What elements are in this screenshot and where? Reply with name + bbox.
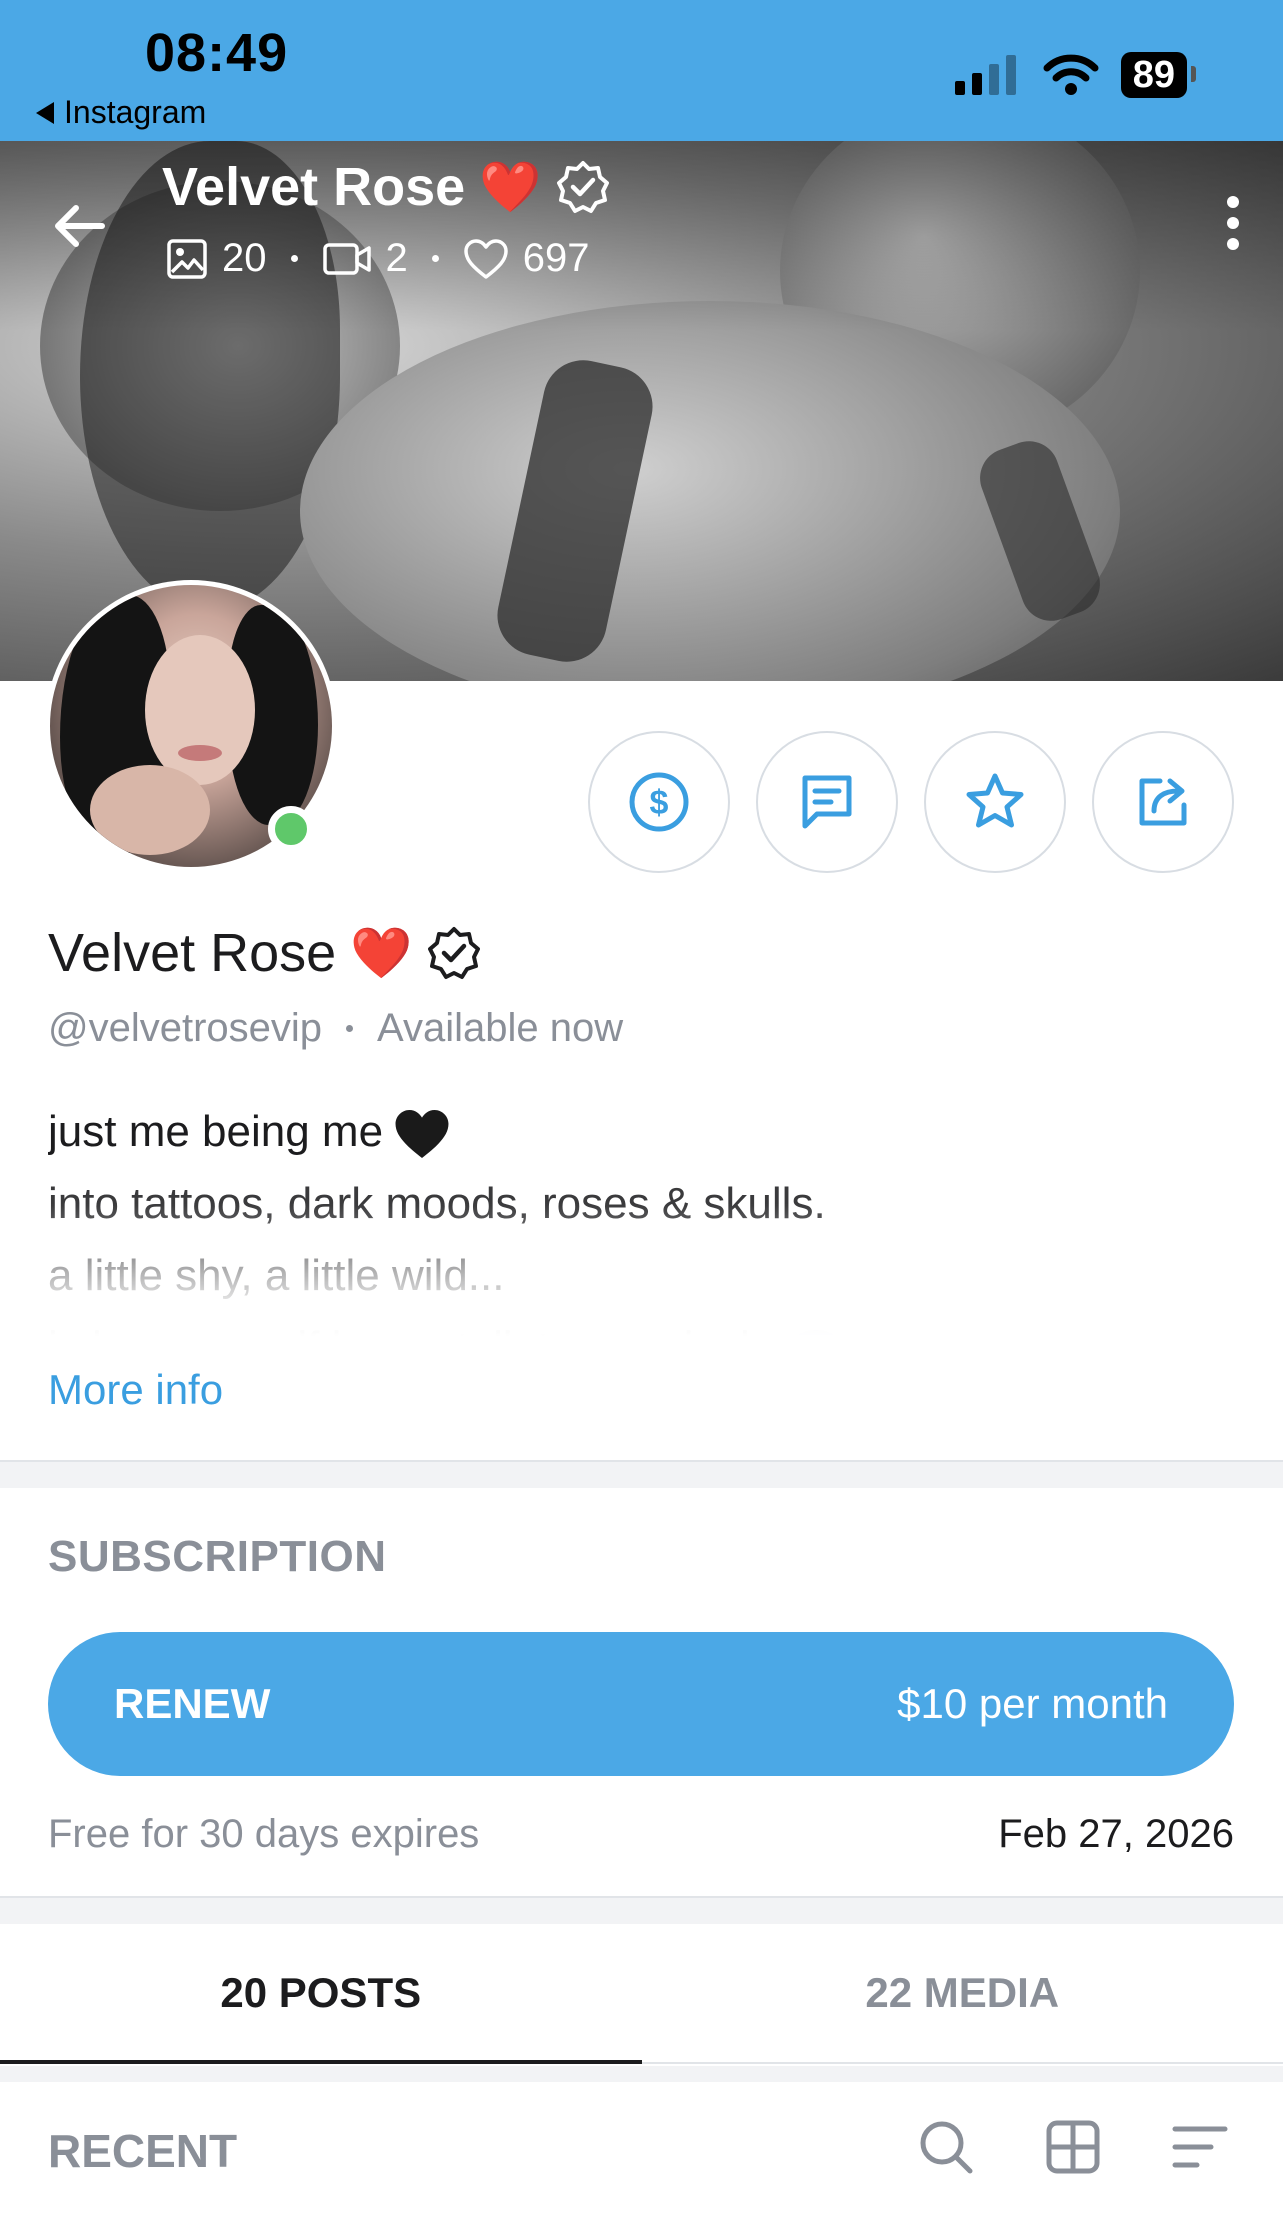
more-vertical-icon[interactable]: [1223, 196, 1243, 256]
section-divider: [0, 2066, 1283, 2082]
image-icon: [167, 238, 207, 279]
bio-line: a little shy, a little wild...: [48, 1251, 505, 1300]
bio-line: i share myself here , talk to me nicely: [48, 1312, 1148, 1336]
section-divider: [0, 1460, 1283, 1488]
profile-handle: @velvetrosevip: [48, 1006, 323, 1050]
renew-price: $10 per month: [897, 1680, 1168, 1727]
online-status-dot: [268, 806, 314, 852]
share-icon: [1139, 778, 1187, 826]
availability-status: Available now: [377, 1006, 624, 1050]
profile-handle-row: @velvetrosevip Available now: [48, 1006, 623, 1051]
grid-icon[interactable]: [1045, 2119, 1101, 2175]
message-button[interactable]: [756, 731, 898, 873]
favorite-button[interactable]: [924, 731, 1066, 873]
header-stats: 20 2 697: [166, 236, 590, 281]
share-button[interactable]: [1092, 731, 1234, 873]
profile-name: Velvet Rose: [48, 923, 337, 983]
back-arrow-icon[interactable]: [50, 196, 110, 256]
star-icon: [966, 773, 1024, 828]
tip-button[interactable]: $: [588, 731, 730, 873]
tab-media[interactable]: 22 MEDIA: [642, 1924, 1283, 2062]
battery-indicator: 89: [1120, 52, 1197, 98]
profile-name-row: Velvet Rose ❤️: [48, 922, 482, 984]
sort-label: RECENT: [48, 2125, 238, 2177]
feed-tools: [917, 2118, 1229, 2176]
search-icon[interactable]: [917, 2118, 975, 2176]
header-heart-emoji: ❤️: [479, 158, 542, 215]
free-trial-text: Free for 30 days expires: [48, 1812, 480, 1856]
verified-icon: [428, 927, 481, 979]
svg-text:$: $: [650, 784, 669, 822]
renew-label: RENEW: [114, 1680, 271, 1727]
dollar-icon: $: [629, 772, 689, 832]
videos-count: 2: [385, 236, 408, 280]
heart-icon: [464, 238, 508, 279]
renew-button[interactable]: RENEW $10 per month: [48, 1632, 1234, 1776]
bio-line: into tattoos, dark moods, roses & skulls…: [48, 1179, 826, 1228]
section-divider: [0, 1896, 1283, 1924]
back-triangle-icon: [36, 101, 54, 124]
message-icon: [802, 775, 852, 829]
more-info-link[interactable]: More info: [48, 1366, 223, 1414]
photos-count: 20: [222, 236, 267, 280]
sort-icon[interactable]: [1171, 2123, 1229, 2171]
subscription-title: SUBSCRIPTION: [48, 1532, 387, 1581]
devil-icon: [787, 1330, 844, 1336]
back-app-label: Instagram: [64, 94, 207, 130]
verified-icon: [557, 161, 610, 213]
content-tabs: 20 POSTS 22 MEDIA: [0, 1924, 1283, 2064]
signal-icon: [954, 55, 1016, 95]
header-name: Velvet Rose: [162, 157, 466, 217]
profile-bio: just me being me into tattoos, dark mood…: [48, 1096, 1148, 1336]
bio-line: just me being me: [48, 1096, 1148, 1168]
expiry-date: Feb 27, 2026: [998, 1812, 1234, 1856]
header-title: Velvet Rose ❤️: [162, 156, 611, 218]
likes-count: 697: [522, 236, 590, 280]
subscription-expiry-row: Free for 30 days expires Feb 27, 2026: [48, 1812, 1234, 1857]
profile-heart-emoji: ❤️: [350, 924, 413, 981]
status-indicators: 89: [954, 52, 1197, 98]
wifi-icon: [1043, 54, 1099, 95]
video-icon: [322, 242, 371, 275]
tab-posts[interactable]: 20 POSTS: [0, 1924, 642, 2064]
profile-actions: $: [588, 731, 1234, 873]
status-time: 08:49: [145, 23, 289, 83]
back-to-app-link[interactable]: Instagram: [36, 94, 206, 131]
status-bar: 08:49 Instagram 89: [0, 0, 1283, 141]
black-heart-icon: [395, 1110, 449, 1159]
